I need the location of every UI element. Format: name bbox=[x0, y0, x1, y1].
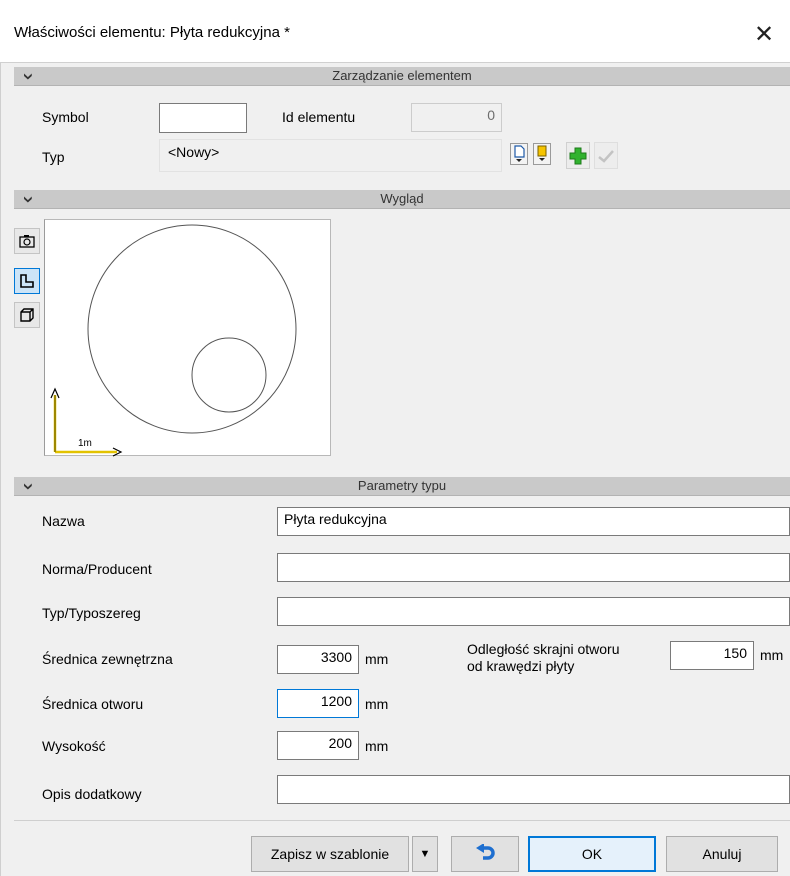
footer-separator bbox=[14, 820, 790, 821]
outer-diameter-unit: mm bbox=[365, 651, 389, 667]
section-title: Wygląd bbox=[380, 191, 424, 206]
series-label: Typ/Typoszereg bbox=[42, 605, 141, 621]
plus-icon bbox=[569, 147, 587, 164]
edge-distance-unit: mm bbox=[760, 647, 784, 663]
type-combo[interactable]: <Nowy> bbox=[159, 139, 502, 172]
hole-circle bbox=[191, 337, 267, 413]
ok-button[interactable]: OK bbox=[528, 836, 656, 872]
hole-diameter-label: Średnica otworu bbox=[42, 696, 144, 712]
section-header-type-params[interactable]: ❯ Parametry typu bbox=[14, 477, 790, 496]
section-title: Zarządzanie elementem bbox=[332, 68, 472, 83]
name-input[interactable]: Płyta redukcyjna bbox=[277, 507, 790, 536]
chevron-down-icon: ▼ bbox=[419, 848, 431, 860]
undo-icon bbox=[476, 844, 495, 860]
3d-view-tool-button[interactable] bbox=[14, 302, 40, 328]
marker-dropdown-icon bbox=[537, 145, 547, 161]
dialog-body bbox=[0, 62, 790, 876]
type-combo-value: <Nowy> bbox=[168, 144, 220, 160]
add-type-button[interactable] bbox=[566, 142, 590, 169]
check-icon bbox=[598, 149, 614, 163]
plan-view-tool-button[interactable] bbox=[14, 268, 40, 294]
outer-diameter-input[interactable]: 3300 bbox=[277, 645, 359, 674]
section-header-appearance[interactable]: ❯ Wygląd bbox=[14, 190, 790, 209]
height-unit: mm bbox=[365, 738, 389, 754]
name-label: Nazwa bbox=[42, 513, 85, 529]
element-id-label: Id elementu bbox=[282, 109, 356, 125]
edge-distance-input[interactable]: 150 bbox=[670, 641, 754, 670]
outer-diameter-label: Średnica zewnętrzna bbox=[42, 651, 173, 667]
height-label: Wysokość bbox=[42, 738, 106, 754]
3d-view-icon bbox=[20, 308, 34, 322]
section-title: Parametry typu bbox=[357, 478, 447, 493]
section-header-management[interactable]: ❯ Zarządzanie elementem bbox=[14, 67, 790, 86]
plan-view-icon bbox=[20, 274, 34, 288]
symbol-input[interactable] bbox=[159, 103, 247, 133]
cancel-button[interactable]: Anuluj bbox=[666, 836, 778, 872]
norm-input[interactable] bbox=[277, 553, 790, 582]
snapshot-tool-button[interactable] bbox=[14, 228, 40, 254]
save-template-button[interactable]: Zapisz w szablonie bbox=[251, 836, 409, 872]
confirm-type-button[interactable] bbox=[594, 142, 618, 169]
preview-drawing: 1m bbox=[50, 224, 297, 457]
title-bar: Właściwości elementu: Płyta redukcyjna *… bbox=[0, 0, 790, 62]
symbol-label: Symbol bbox=[42, 109, 89, 125]
edge-distance-label: Odległość skrajni otworu od krawędzi pły… bbox=[467, 641, 620, 674]
hole-diameter-input[interactable]: 1200 bbox=[277, 689, 359, 718]
hole-diameter-unit: mm bbox=[365, 696, 389, 712]
element-preview: 1m bbox=[44, 219, 331, 457]
window-title: Właściwości elementu: Płyta redukcyjna * bbox=[14, 24, 290, 41]
type-label: Typ bbox=[42, 149, 65, 165]
save-template-dropdown-button[interactable]: ▼ bbox=[412, 836, 438, 872]
series-input[interactable] bbox=[277, 597, 790, 626]
document-dropdown-icon bbox=[514, 145, 525, 162]
undo-button[interactable] bbox=[451, 836, 519, 872]
camera-icon bbox=[19, 235, 35, 248]
extra-description-label: Opis dodatkowy bbox=[42, 786, 142, 802]
extra-description-input[interactable] bbox=[277, 775, 790, 804]
close-icon: ✕ bbox=[753, 20, 775, 48]
norm-label: Norma/Producent bbox=[42, 561, 152, 577]
document-dropdown-button[interactable] bbox=[510, 143, 528, 165]
outer-circle bbox=[87, 224, 297, 434]
height-input[interactable]: 200 bbox=[277, 731, 359, 760]
marker-dropdown-button[interactable] bbox=[533, 143, 551, 165]
scale-label: 1m bbox=[78, 438, 92, 449]
close-button[interactable]: ✕ bbox=[744, 14, 784, 54]
element-id-field: 0 bbox=[411, 103, 502, 132]
